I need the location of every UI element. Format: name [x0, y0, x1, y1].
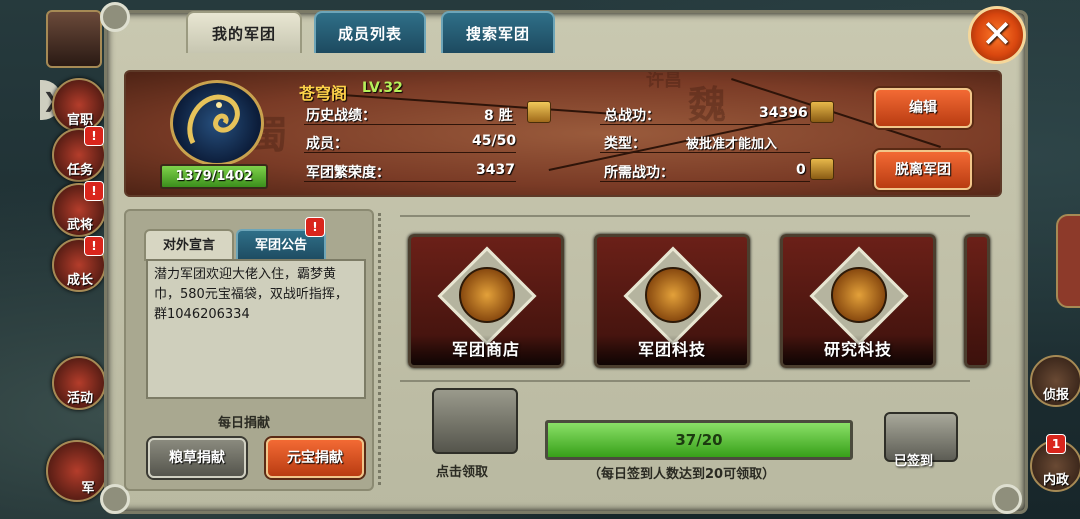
- side-menu-general-label: 武将: [66, 218, 93, 233]
- merit-cup-icon: [810, 158, 834, 180]
- total-merit-value: 34396: [759, 105, 808, 121]
- total-merit-label: 总战功：: [604, 108, 660, 124]
- ingot-donate-button[interactable]: 元宝捐献: [266, 438, 364, 478]
- members-label: 成员：: [306, 136, 348, 152]
- history-value: 8 胜: [484, 108, 513, 124]
- hero-portrait[interactable]: [46, 10, 102, 68]
- scroll-icon: [645, 267, 701, 323]
- right-edge-tab[interactable]: [1056, 214, 1080, 308]
- dragon-emblem-icon: [170, 80, 264, 166]
- row-underline: [600, 181, 810, 182]
- tab-member-list[interactable]: 成员列表: [314, 11, 426, 53]
- panel-corner-ornament: [100, 2, 130, 32]
- needed-merit-label: 所需战功：: [604, 165, 674, 181]
- row-underline: [304, 181, 516, 182]
- side-menu-activity-label: 活动: [66, 391, 93, 406]
- bottom-divider-line: [400, 380, 970, 382]
- close-button[interactable]: ✕: [968, 6, 1026, 64]
- card-partial-next[interactable]: [964, 234, 990, 368]
- growth-alert-badge: !: [84, 236, 104, 256]
- legion-level: LV.32: [362, 80, 403, 96]
- side-menu-growth-label: 成长: [66, 273, 93, 288]
- right-menu-internal[interactable]: 内政 1: [1030, 434, 1080, 492]
- legion-name: 苍穹阁: [299, 84, 348, 103]
- panel-corner-ornament: [992, 484, 1022, 514]
- leave-legion-button[interactable]: 脱离军团: [874, 150, 972, 190]
- signin-progress-text: 37/20: [675, 431, 723, 449]
- members-value: 45/50: [472, 133, 517, 149]
- reward-chest-icon[interactable]: [432, 388, 518, 454]
- map-label-wei: 魏: [688, 83, 727, 127]
- card-research-tech-label: 研究科技: [783, 335, 933, 365]
- legion-exp-bar: 1379/1402: [160, 164, 268, 189]
- internal-count-badge: 1: [1046, 434, 1066, 454]
- magnifier-scroll-icon: [831, 267, 887, 323]
- tab-search-legion[interactable]: 搜索军团: [441, 11, 555, 53]
- signed-in-label[interactable]: 已签到: [894, 450, 933, 469]
- side-menu-quest[interactable]: 任务 !: [52, 126, 106, 182]
- side-menu-general[interactable]: 武将 !: [52, 181, 106, 237]
- daily-donate-title: 每日捐献: [218, 416, 271, 431]
- edit-button[interactable]: 编辑: [874, 88, 972, 128]
- dragon-emblem-graphic: [187, 94, 240, 145]
- card-legion-shop[interactable]: 军团商店: [408, 234, 564, 368]
- tab-public-declaration[interactable]: 对外宣言: [144, 229, 234, 261]
- merit-cup-icon: [810, 101, 834, 123]
- side-menu-quest-label: 任务: [66, 163, 93, 178]
- right-menu-intel-label: 侦报: [1042, 388, 1069, 403]
- prosperity-label: 军团繁荣度：: [306, 165, 390, 181]
- magnifier-icon[interactable]: [527, 101, 551, 123]
- right-menu-internal-label: 内政: [1042, 473, 1069, 488]
- money-bag-icon: [459, 267, 515, 323]
- row-underline: [600, 152, 810, 153]
- type-value: 被批准才能加入: [686, 137, 778, 152]
- side-menu-growth[interactable]: 成长 !: [52, 236, 106, 292]
- notice-alert-badge: !: [305, 217, 325, 237]
- side-menu-activity[interactable]: 活动: [52, 356, 106, 410]
- type-label: 类型：: [604, 136, 646, 152]
- card-legion-shop-label: 军团商店: [411, 335, 561, 365]
- signin-hint: （每日签到人数达到20可领取）: [588, 467, 776, 482]
- grain-donate-button[interactable]: 粮草捐献: [148, 438, 246, 478]
- card-research-tech[interactable]: 研究科技: [780, 234, 936, 368]
- row-underline: [304, 152, 516, 153]
- signin-progress-bar: 37/20: [545, 420, 853, 460]
- map-label-xuchang: 许昌: [646, 70, 682, 91]
- announcement-text[interactable]: 潜力军团欢迎大佬入住，霸梦黄巾，580元宝福袋，双战听指挥，群104620633…: [146, 259, 366, 399]
- prosperity-value: 3437: [476, 162, 515, 178]
- right-menu-intel[interactable]: 侦报: [1030, 355, 1080, 407]
- general-alert-badge: !: [84, 181, 104, 201]
- history-label: 历史战绩：: [306, 108, 376, 124]
- section-divider: [378, 213, 381, 485]
- quest-alert-badge: !: [84, 126, 104, 146]
- row-underline: [304, 124, 516, 125]
- side-menu-army[interactable]: 军: [46, 440, 108, 502]
- top-divider-line: [400, 215, 970, 217]
- needed-merit-value: 0: [796, 162, 806, 178]
- card-legion-tech[interactable]: 军团科技: [594, 234, 750, 368]
- claim-reward-label[interactable]: 点击领取: [436, 461, 488, 480]
- tab-my-legion[interactable]: 我的军团: [186, 11, 302, 53]
- card-legion-tech-label: 军团科技: [597, 335, 747, 365]
- side-menu-office[interactable]: 官职: [52, 78, 106, 132]
- row-underline: [600, 124, 810, 125]
